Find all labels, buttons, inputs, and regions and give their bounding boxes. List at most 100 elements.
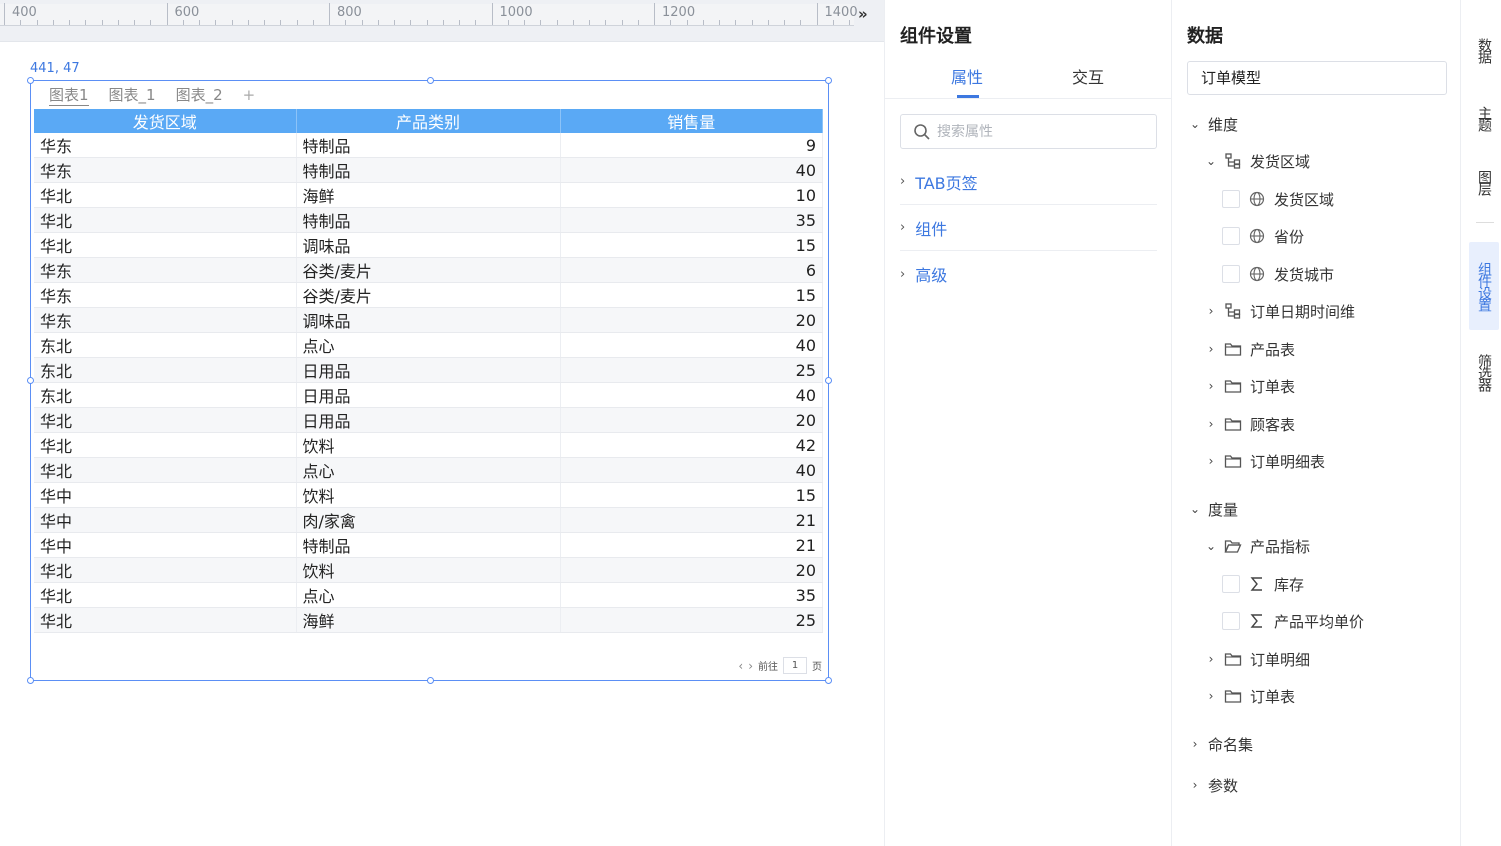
resize-handle-s[interactable]: [427, 677, 434, 684]
table-row[interactable]: 华北 点心 35: [34, 582, 823, 608]
data-table: 发货区域 产品类别 销售量 华东 特制品 9 华东 特制品 40 华北 海鲜 10 华北 特制品 35…: [34, 109, 823, 633]
resize-handle-ne[interactable]: [825, 77, 832, 84]
section-component[interactable]: › 组件: [900, 205, 1157, 251]
resize-handle-e[interactable]: [825, 377, 832, 384]
tree-dim-field[interactable]: 省份: [1222, 225, 1304, 247]
resize-handle-se[interactable]: [825, 677, 832, 684]
chevron-right-icon[interactable]: ›: [1206, 689, 1216, 703]
ruler-tick: [182, 20, 184, 25]
add-tab-button[interactable]: +: [243, 84, 256, 106]
tab-chart-1[interactable]: 图表1: [49, 84, 89, 106]
table-row[interactable]: 东北 日用品 25: [34, 357, 823, 383]
chevron-down-icon[interactable]: ⌄: [1206, 154, 1216, 168]
table-row[interactable]: 华北 日用品 20: [34, 407, 823, 433]
tree-measure-table[interactable]: › 订单表: [1206, 685, 1295, 707]
rail-tab-theme[interactable]: 主题: [1469, 96, 1499, 140]
table-row[interactable]: 华北 饮料 42: [34, 432, 823, 458]
table-row[interactable]: 华北 海鲜 25: [34, 607, 823, 633]
node-label: 省份: [1274, 227, 1305, 246]
table-row[interactable]: 华北 调味品 15: [34, 232, 823, 258]
resize-handle-sw[interactable]: [27, 677, 34, 684]
next-page-icon[interactable]: ›: [748, 659, 753, 673]
search-icon: [914, 123, 930, 140]
chevron-right-icon[interactable]: ›: [1206, 417, 1216, 431]
tab-chart-_1[interactable]: 图表_1: [109, 84, 156, 106]
tree-dim-table[interactable]: › 订单明细表: [1206, 450, 1325, 472]
table-row[interactable]: 华中 肉/家禽 21: [34, 507, 823, 533]
column-header-category[interactable]: 产品类别: [296, 109, 561, 133]
table-widget[interactable]: 图表1 图表_1 图表_2 + 发货区域 产品类别 销售量 华东 特制品 9 华东 特制…: [27, 77, 832, 684]
chevron-right-icon[interactable]: ›: [1190, 737, 1200, 751]
table-row[interactable]: 华中 饮料 15: [34, 482, 823, 508]
property-search[interactable]: [900, 114, 1157, 149]
chevron-right-icon[interactable]: ›: [1206, 342, 1216, 356]
resize-handle-n[interactable]: [427, 77, 434, 84]
table-row[interactable]: 华东 调味品 20: [34, 307, 823, 333]
rail-tab-data[interactable]: 数据: [1469, 26, 1499, 74]
tree-measure[interactable]: ⌄ 度量: [1190, 498, 1238, 520]
tree-dim-group[interactable]: ⌄ 发货区域: [1206, 150, 1310, 172]
rail-tab-layers[interactable]: 图层: [1469, 160, 1499, 204]
search-input[interactable]: [937, 123, 1137, 140]
table-row[interactable]: 华北 特制品 35: [34, 207, 823, 233]
field-checkbox[interactable]: [1222, 612, 1240, 630]
table-row[interactable]: 华东 谷类/麦片 15: [34, 282, 823, 308]
column-header-region[interactable]: 发货区域: [34, 109, 297, 133]
field-checkbox[interactable]: [1222, 575, 1240, 593]
section-advanced[interactable]: › 高级: [900, 251, 1157, 297]
design-canvas[interactable]: 400 600 800 1000 1200 1400 » 441, 47 图表1 图表_1…: [0, 0, 884, 846]
tab-properties[interactable]: 属性: [951, 64, 983, 88]
ruler-tick: [686, 20, 688, 25]
chevron-down-icon[interactable]: ⌄: [1190, 117, 1200, 131]
chevron-down-icon[interactable]: ⌄: [1206, 539, 1216, 553]
rail-tab-component-settings[interactable]: 组件设置: [1469, 242, 1499, 330]
column-header-sales[interactable]: 销售量: [560, 109, 823, 133]
tree-dim-date[interactable]: › 订单日期时间维: [1206, 300, 1355, 322]
tab-chart-_2[interactable]: 图表_2: [176, 84, 223, 106]
tab-interaction[interactable]: 交互: [1072, 64, 1104, 88]
table-row[interactable]: 华北 海鲜 10: [34, 182, 823, 208]
table-row[interactable]: 东北 日用品 40: [34, 382, 823, 408]
tree-dim-table[interactable]: › 顾客表: [1206, 413, 1295, 435]
chevron-right-icon[interactable]: ›: [1206, 652, 1216, 666]
table-row[interactable]: 华东 谷类/麦片 6: [34, 257, 823, 283]
position-readout: 441, 47: [30, 61, 80, 76]
prev-page-icon[interactable]: ‹: [738, 659, 743, 673]
table-row[interactable]: 东北 点心 40: [34, 332, 823, 358]
resize-handle-nw[interactable]: [27, 77, 34, 84]
chevron-right-icon[interactable]: ›: [1190, 778, 1200, 792]
field-checkbox[interactable]: [1222, 227, 1240, 245]
table-row[interactable]: 华北 点心 40: [34, 457, 823, 483]
tree-dim-field[interactable]: 发货城市: [1222, 263, 1334, 285]
tree-named-set[interactable]: › 命名集: [1190, 733, 1253, 755]
chevron-right-icon[interactable]: ›: [1206, 454, 1216, 468]
tree-dimension[interactable]: ⌄ 维度: [1190, 113, 1238, 135]
tree-measure-table[interactable]: › 订单明细: [1206, 648, 1310, 670]
tree-dim-table[interactable]: › 产品表: [1206, 338, 1295, 360]
resize-handle-w[interactable]: [27, 377, 34, 384]
table-row[interactable]: 华东 特制品 9: [34, 133, 823, 158]
ruler-tick: [199, 20, 200, 25]
section-tab-label[interactable]: › TAB页签: [900, 159, 1157, 205]
tree-measure-field[interactable]: 产品平均单价: [1222, 610, 1364, 632]
table-row[interactable]: 华东 特制品 40: [34, 157, 823, 183]
tree-measure-group[interactable]: ⌄ 产品指标: [1206, 535, 1310, 557]
chevron-right-icon[interactable]: ›: [1206, 379, 1216, 393]
collapse-panel-icon[interactable]: »: [858, 5, 868, 23]
model-selector[interactable]: 订单模型: [1187, 61, 1447, 95]
field-checkbox[interactable]: [1222, 190, 1240, 208]
cell-category: 特制品: [296, 207, 561, 233]
tree-measure-field[interactable]: 库存: [1222, 573, 1304, 595]
tree-dim-field[interactable]: 发货区域: [1222, 188, 1334, 210]
page-input[interactable]: 1: [783, 657, 807, 674]
field-checkbox[interactable]: [1222, 265, 1240, 283]
cell-sales: 20: [560, 557, 823, 583]
tree-dim-table[interactable]: › 订单表: [1206, 375, 1295, 397]
rail-tab-filters[interactable]: 筛选器: [1469, 344, 1499, 400]
table-row[interactable]: 华北 饮料 20: [34, 557, 823, 583]
chevron-right-icon[interactable]: ›: [1206, 304, 1216, 318]
table-row[interactable]: 华中 特制品 21: [34, 532, 823, 558]
tree-params[interactable]: › 参数: [1190, 774, 1238, 796]
chevron-down-icon[interactable]: ⌄: [1190, 502, 1200, 516]
ruler-tick: [231, 20, 233, 25]
